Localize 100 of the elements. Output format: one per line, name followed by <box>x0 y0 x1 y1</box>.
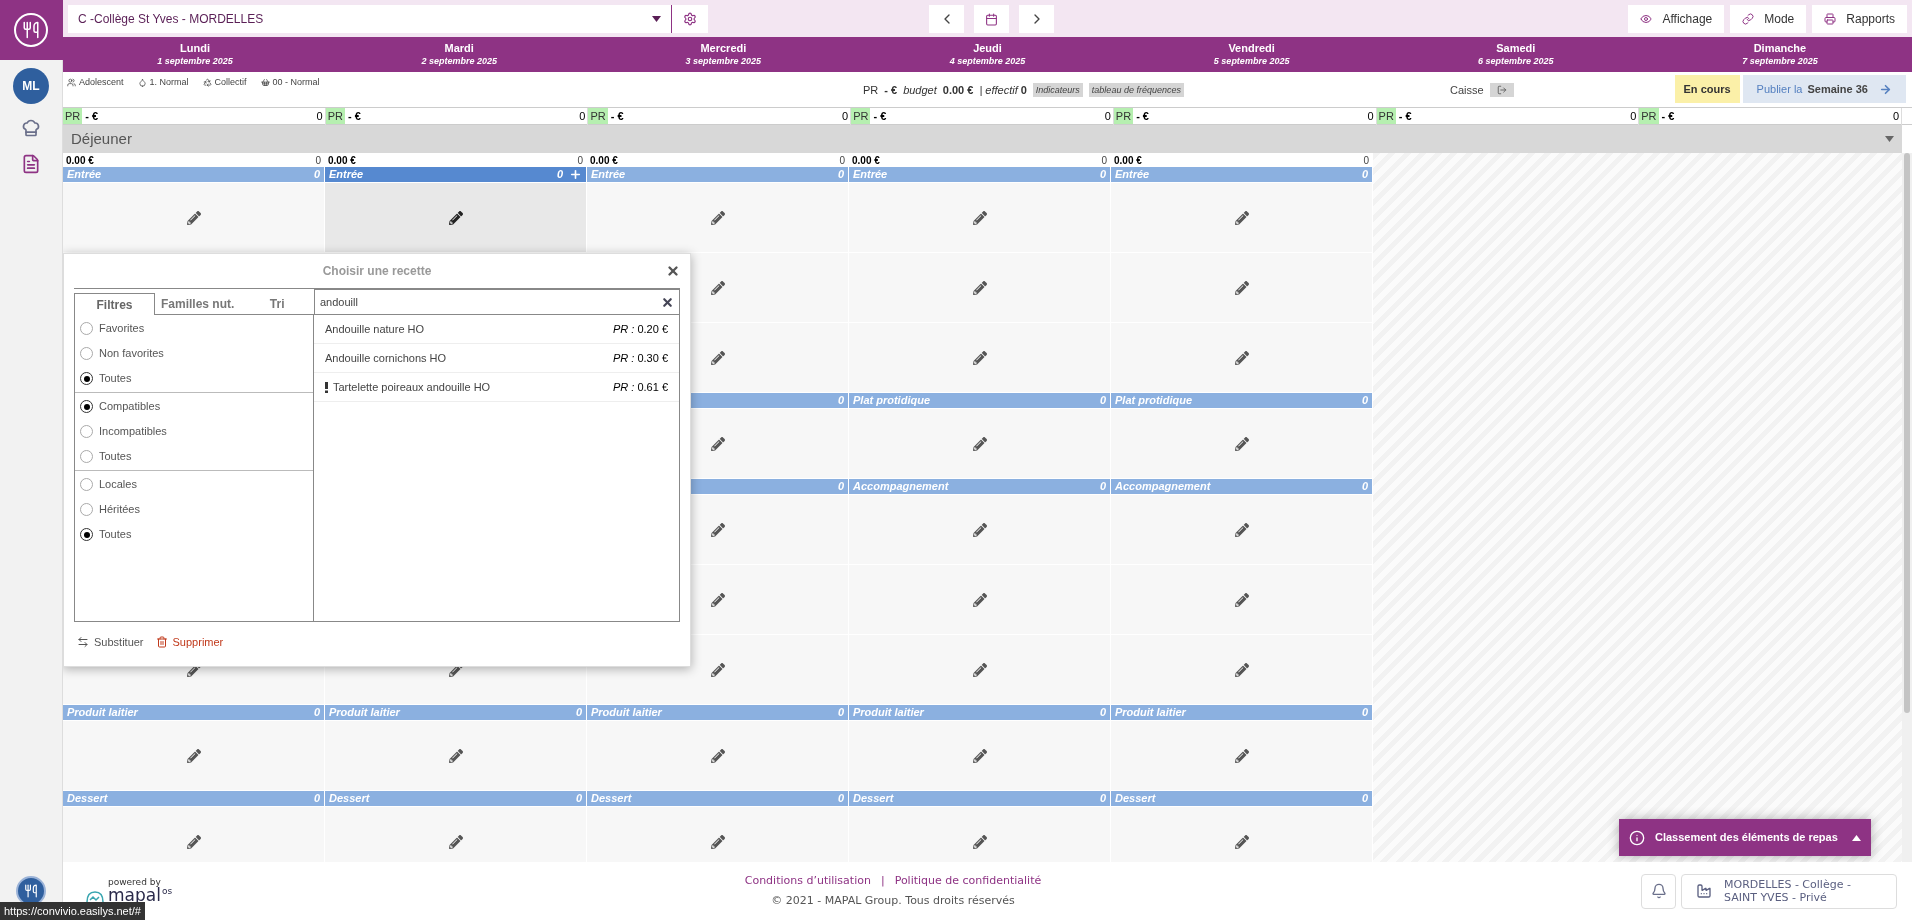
pencil-icon[interactable] <box>186 748 201 763</box>
pencil-icon[interactable] <box>1234 748 1249 763</box>
pencil-icon[interactable] <box>448 834 463 849</box>
scrollbar-thumb[interactable] <box>1904 153 1910 713</box>
chip-button[interactable]: Indicateurs <box>1032 83 1083 98</box>
pencil-icon[interactable] <box>710 748 725 763</box>
dish-count: 0 <box>1104 109 1111 124</box>
notifications-button[interactable] <box>1641 873 1676 909</box>
close-icon[interactable] <box>666 264 680 278</box>
delete-button[interactable]: Supprimer <box>155 633 224 651</box>
add-icon[interactable] <box>569 168 582 181</box>
pencil-icon[interactable] <box>1234 210 1249 225</box>
pencil-icon[interactable] <box>710 522 725 537</box>
radio-button[interactable] <box>80 322 93 335</box>
next-button[interactable] <box>1019 5 1054 33</box>
privacy-link[interactable]: Politique de confidentialité <box>894 873 1042 890</box>
previous-button[interactable] <box>929 5 964 33</box>
pencil-icon[interactable] <box>972 350 987 365</box>
section-title: Entrée <box>853 167 888 183</box>
pencil-icon[interactable] <box>972 210 987 225</box>
site-button[interactable]: MORDELLES - Collège - SAINT YVES - Privé <box>1681 873 1897 909</box>
toolbar-button[interactable]: Rapports <box>1812 4 1907 33</box>
radio-button[interactable] <box>80 400 93 413</box>
filter-option[interactable]: Toutes <box>75 366 313 391</box>
pencil-icon[interactable] <box>972 748 987 763</box>
pencil-icon[interactable] <box>972 436 987 451</box>
filter-tab[interactable]: Familles nut. <box>155 293 241 315</box>
filter-option[interactable]: Non favorites <box>75 341 313 366</box>
publish-button[interactable]: Publier la Semaine 36 <box>1742 75 1906 103</box>
filter-option[interactable]: Locales <box>75 472 313 497</box>
dish-count: 0 <box>1892 109 1899 124</box>
pencil-icon[interactable] <box>1234 350 1249 365</box>
recipe-row[interactable]: Tartelette poireaux andouille HO PR : 0.61 € <box>314 373 679 402</box>
register-button[interactable] <box>1489 83 1514 98</box>
recipe-row[interactable]: Andouille cornichons HO PR : 0.30 € <box>314 344 679 373</box>
trash-icon <box>155 636 168 648</box>
caret-up-icon <box>1852 834 1861 841</box>
pencil-icon[interactable] <box>710 834 725 849</box>
pencil-icon[interactable] <box>186 210 201 225</box>
app-logo[interactable] <box>0 0 63 60</box>
toolbar-button[interactable]: Affichage <box>1628 4 1725 33</box>
pencil-icon[interactable] <box>972 522 987 537</box>
filter-tab[interactable]: Tri <box>240 293 314 315</box>
utensils-icon <box>24 884 38 898</box>
pencil-icon[interactable] <box>972 662 987 677</box>
radio-button[interactable] <box>80 528 93 541</box>
pencil-icon[interactable] <box>710 662 725 677</box>
pencil-icon[interactable] <box>1234 834 1249 849</box>
pencil-icon[interactable] <box>1234 522 1249 537</box>
filter-option[interactable]: Héritées <box>75 497 313 522</box>
radio-button[interactable] <box>80 425 93 438</box>
cost-tag: PR <box>325 108 345 125</box>
pencil-icon[interactable] <box>186 834 201 849</box>
recipe-row[interactable]: Andouille nature HO PR : 0.20 € <box>314 315 679 344</box>
radio-button[interactable] <box>80 450 93 463</box>
pencil-icon[interactable] <box>1234 280 1249 295</box>
pencil-icon[interactable] <box>710 592 725 607</box>
link-icon <box>1742 12 1755 25</box>
day-date: 1 septembre 2025 <box>157 54 233 68</box>
site-select[interactable]: C -Collège St Yves - MORDELLES <box>68 4 671 33</box>
pencil-icon[interactable] <box>972 592 987 607</box>
search-box[interactable]: andouill <box>314 289 679 315</box>
clear-icon[interactable] <box>661 295 674 309</box>
filter-option[interactable]: Toutes <box>75 522 313 547</box>
pencil-icon[interactable] <box>710 436 725 451</box>
notification-bar[interactable]: Classement des éléments de repas <box>1619 819 1871 856</box>
terms-link[interactable]: Conditions d’utilisation <box>744 873 871 890</box>
pencil-icon[interactable] <box>1234 436 1249 451</box>
pencil-icon[interactable] <box>448 210 463 225</box>
settings-button[interactable] <box>672 4 708 33</box>
pencil-icon[interactable] <box>710 210 725 225</box>
filter-tab[interactable]: Filtres <box>74 293 155 315</box>
pencil-icon[interactable] <box>448 748 463 763</box>
filter-option[interactable]: Favorites <box>75 316 313 341</box>
pencil-icon[interactable] <box>1234 662 1249 677</box>
chef-hat-icon[interactable] <box>21 118 41 138</box>
user-avatar[interactable]: ML <box>13 68 49 104</box>
radio-button[interactable] <box>80 347 93 360</box>
meal-bar[interactable]: Déjeuner <box>63 125 1902 153</box>
pencil-icon[interactable] <box>972 834 987 849</box>
filter-option[interactable]: Toutes <box>75 444 313 469</box>
section-title: Entrée <box>591 167 626 183</box>
section-count: 0 <box>1099 393 1106 409</box>
radio-button[interactable] <box>80 503 93 516</box>
filter-option[interactable]: Incompatibles <box>75 419 313 444</box>
calendar-button[interactable] <box>974 5 1009 33</box>
chip-button[interactable]: tableau de fréquences <box>1088 83 1184 98</box>
search-field[interactable]: andouill <box>320 293 661 311</box>
pencil-icon[interactable] <box>710 350 725 365</box>
budget-label: budget <box>903 83 937 98</box>
pencil-icon[interactable] <box>710 280 725 295</box>
filter-option[interactable]: Compatibles <box>75 394 313 419</box>
document-icon[interactable] <box>21 154 41 174</box>
toolbar-button[interactable]: Mode <box>1730 4 1807 33</box>
cost-value: - € <box>1661 109 1676 124</box>
radio-button[interactable] <box>80 478 93 491</box>
substitute-button[interactable]: Substituer <box>77 633 144 651</box>
pencil-icon[interactable] <box>1234 592 1249 607</box>
pencil-icon[interactable] <box>972 280 987 295</box>
radio-button[interactable] <box>80 372 93 385</box>
